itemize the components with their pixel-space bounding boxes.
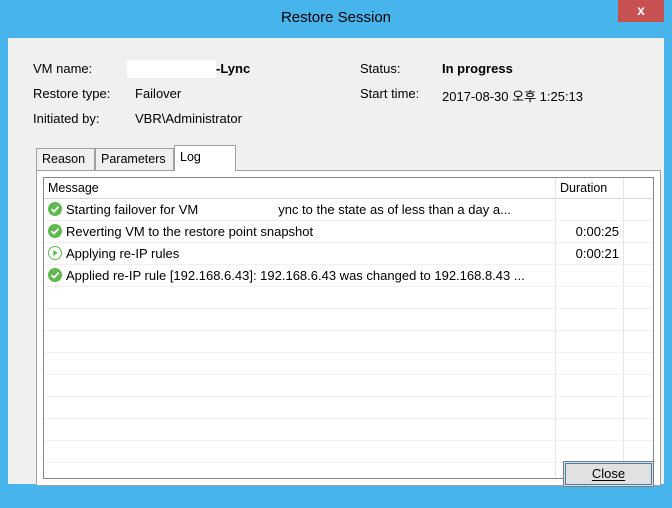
empty-row	[44, 375, 653, 397]
close-button[interactable]: Close	[563, 461, 654, 487]
log-row[interactable]: Applying re-IP rules 0:00:21	[44, 243, 653, 265]
success-check-icon	[48, 202, 62, 216]
initiated-by-value: VBR\Administrator	[135, 111, 242, 126]
vm-name-label: VM name:	[33, 61, 93, 76]
log-message-text: Applying re-IP rules	[66, 246, 180, 261]
tab-parameters[interactable]: Parameters	[95, 148, 174, 170]
vm-name-value: -Lync	[216, 61, 251, 76]
log-duration: 0:00:25	[575, 224, 619, 239]
restore-type-value: Failover	[135, 86, 182, 101]
status-value: In progress	[442, 61, 513, 76]
window-title: Restore Session	[280, 9, 392, 26]
log-message: Applying re-IP rules	[48, 243, 179, 264]
restore-session-window: Restore Session x VM name: -Lync Restore…	[0, 0, 672, 487]
column-header-message[interactable]: Message	[44, 178, 555, 198]
log-row[interactable]: Reverting VM to the restore point snapsh…	[44, 221, 653, 243]
start-time-label: Start time:	[360, 86, 420, 101]
title-bar[interactable]: Restore Session x	[0, 0, 672, 38]
column-header-duration[interactable]: Duration	[555, 178, 623, 198]
empty-row	[44, 331, 653, 353]
log-row[interactable]: Starting failover for VM ync to the state…	[44, 199, 653, 221]
log-duration: 0:00:21	[575, 246, 619, 261]
redacted-area	[198, 200, 279, 214]
close-button-label: Close	[591, 466, 626, 481]
log-duration	[557, 199, 619, 220]
log-message: Starting failover for VM ync to the state…	[48, 199, 511, 220]
empty-row	[44, 287, 653, 309]
redacted-area	[127, 60, 216, 78]
tab-reason[interactable]: Reason	[36, 148, 95, 170]
log-message: Reverting VM to the restore point snapsh…	[48, 221, 313, 242]
log-message-text: Reverting VM to the restore point snapsh…	[66, 224, 314, 239]
log-message: Applied re-IP rule [192.168.6.43]: 192.1…	[48, 265, 525, 286]
success-check-icon	[48, 224, 62, 238]
in-progress-play-icon	[48, 246, 62, 260]
success-check-icon	[48, 268, 62, 282]
empty-row	[44, 397, 653, 419]
empty-row	[44, 419, 653, 441]
empty-row	[44, 353, 653, 375]
log-message-text: ync to the state as of less than a day a…	[278, 202, 511, 217]
log-message-text: Starting failover for VM	[66, 202, 199, 217]
column-header-filler	[623, 178, 653, 198]
log-table[interactable]: Message Duration Starting failover for V…	[43, 177, 654, 479]
window-close-button[interactable]: x	[618, 0, 664, 22]
empty-row	[44, 441, 653, 463]
tab-log[interactable]: Log	[174, 145, 236, 171]
status-label: Status:	[360, 61, 401, 76]
initiated-by-label: Initiated by:	[33, 111, 100, 126]
log-duration	[557, 265, 619, 286]
empty-row	[44, 309, 653, 331]
start-time-value: 2017-08-30 오후 1:25:13	[442, 89, 584, 104]
log-row[interactable]: Applied re-IP rule [192.168.6.43]: 192.1…	[44, 265, 653, 287]
log-panel: Message Duration Starting failover for V…	[36, 170, 661, 486]
dialog-body: VM name: -Lync Restore type: Failover In…	[8, 38, 664, 487]
restore-type-label: Restore type:	[33, 86, 111, 101]
table-header: Message Duration	[44, 178, 653, 199]
log-message-text: Applied re-IP rule [192.168.6.43]: 192.1…	[66, 268, 525, 283]
